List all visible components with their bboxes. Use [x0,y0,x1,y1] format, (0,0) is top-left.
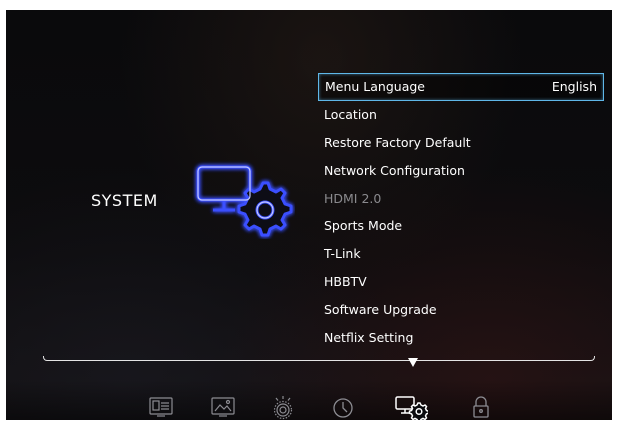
clock-icon[interactable] [329,394,357,420]
menu-item-label: HDMI 2.0 [324,190,382,206]
menu-item-software-upgrade[interactable]: Software Upgrade [318,295,604,323]
menu-item-network-configuration[interactable]: Network Configuration [318,156,604,184]
menu-item-menu-language[interactable]: Menu Language English [318,73,604,101]
menu-divider [43,356,595,361]
menu-item-t-link[interactable]: T-Link [318,240,604,268]
settings-menu: Menu Language English Location Restore Fact… [318,73,604,351]
menu-item-hdmi-2-0[interactable]: HDMI 2.0 [318,184,604,212]
menu-item-label: Restore Factory Default [324,134,471,150]
channel-icon[interactable] [147,394,175,420]
menu-item-label: Location [324,107,377,123]
active-tab-pointer [408,358,418,367]
menu-item-hbbtv[interactable]: HBBTV [318,268,604,296]
menu-item-label: Menu Language [325,79,425,95]
bottom-tab-bar [6,380,612,420]
sound-icon[interactable] [269,394,297,420]
system-icon[interactable] [394,394,428,420]
menu-item-label: HBBTV [324,273,367,289]
menu-item-label: Sports Mode [324,218,403,234]
system-settings-icon [196,165,293,237]
menu-item-label: Software Upgrade [324,301,437,317]
category-title: SYSTEM [91,191,158,210]
menu-item-netflix-setting[interactable]: Netflix Setting [318,323,604,351]
menu-item-location[interactable]: Location [318,101,604,129]
menu-item-restore-factory-default[interactable]: Restore Factory Default [318,129,604,157]
menu-item-value: English [551,79,597,95]
menu-item-sports-mode[interactable]: Sports Mode [318,212,604,240]
menu-item-label: Netflix Setting [324,329,414,345]
menu-item-label: Network Configuration [324,162,465,178]
tv-screen: SYSTEM Menu Language English Location Resto… [6,10,612,420]
picture-icon[interactable] [209,394,237,420]
menu-item-label: T-Link [324,246,361,262]
lock-icon[interactable] [467,394,495,420]
